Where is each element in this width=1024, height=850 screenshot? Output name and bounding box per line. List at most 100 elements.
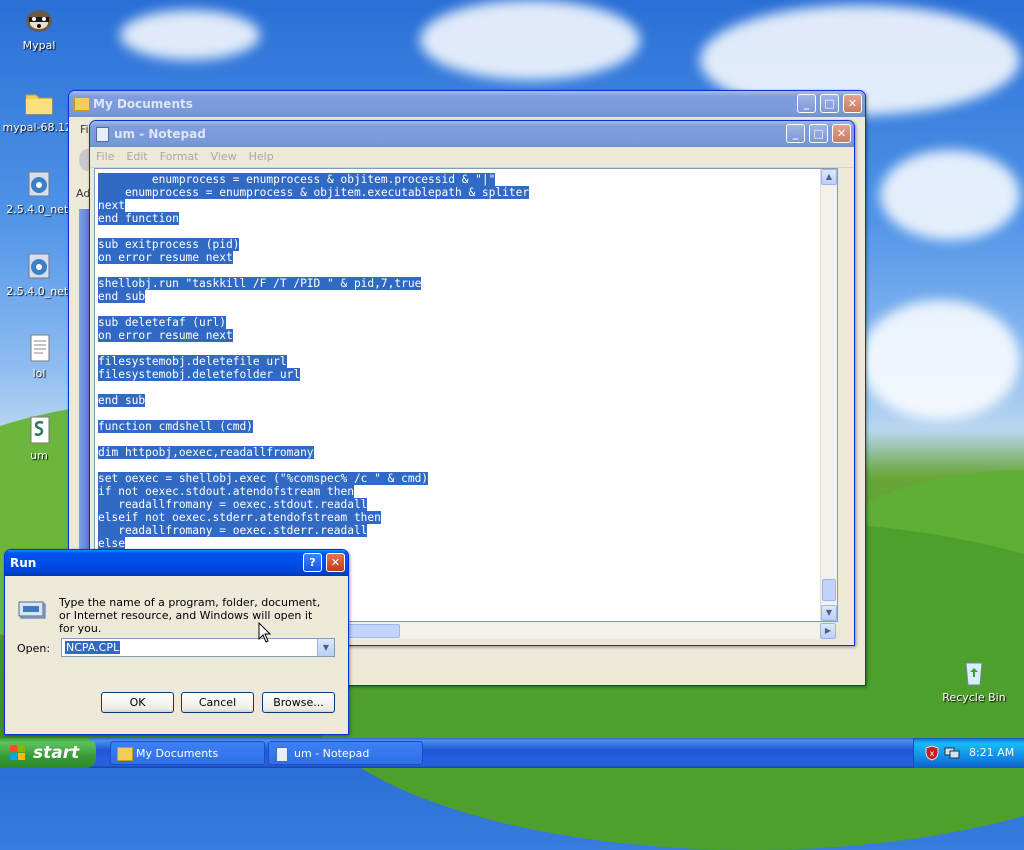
desktop-icon-recycle-bin[interactable]: Recycle Bin — [936, 656, 1012, 704]
menu-edit[interactable]: Edit — [120, 147, 153, 163]
cancel-button[interactable]: Cancel — [181, 692, 254, 713]
folder-icon — [117, 747, 133, 761]
menu-view[interactable]: View — [205, 147, 243, 163]
code-line: dim httpobj,oexec,readallfromany — [98, 446, 837, 459]
scroll-right-button[interactable]: ▶ — [820, 623, 836, 639]
code-line-text: end sub — [98, 290, 146, 303]
close-button[interactable]: ✕ — [326, 553, 345, 572]
mouse-cursor-icon — [258, 621, 272, 647]
code-line-text: shellobj.run "taskkill /F /T /PID " & pi… — [98, 277, 422, 290]
text-file-icon — [23, 332, 55, 364]
menu-help[interactable]: Help — [243, 147, 280, 163]
help-button[interactable]: ? — [303, 553, 322, 572]
open-label: Open: — [17, 642, 51, 655]
scroll-thumb[interactable] — [822, 579, 836, 601]
desktop-icon-mypal-folder[interactable]: mypal-68.12. — [1, 86, 77, 134]
ok-button[interactable]: OK — [101, 692, 174, 713]
code-line-text: next — [98, 199, 125, 212]
close-button[interactable]: ✕ — [843, 94, 862, 113]
code-line-text: filesystemobj.deletefile url — [98, 355, 287, 368]
code-line: filesystemobj.deletefolder url — [98, 368, 837, 381]
minimize-button[interactable]: _ — [797, 94, 816, 113]
desktop-icon-um[interactable]: um — [1, 414, 77, 462]
code-line-text: on error resume next — [98, 329, 233, 342]
folder-icon — [74, 97, 90, 111]
installer-icon — [23, 168, 55, 200]
run-dialog[interactable]: Run ? ✕ Type the name of a program, fold… — [4, 549, 349, 735]
desktop-icon-lol[interactable]: lol — [1, 332, 77, 380]
open-field-value[interactable]: NCPA.CPL — [65, 641, 121, 654]
taskbar-item-notepad[interactable]: um - Notepad — [268, 741, 423, 765]
scroll-down-button[interactable]: ▼ — [821, 605, 837, 621]
notepad-titlebar[interactable]: um - Notepad _ □ ✕ — [90, 121, 854, 147]
window-title: My Documents — [93, 97, 193, 111]
notepad-icon — [276, 747, 288, 762]
code-line-text: end sub — [98, 394, 146, 407]
raccoon-icon — [23, 4, 55, 36]
menu-file-fragment[interactable]: Fi — [80, 123, 89, 136]
svg-text:x: x — [930, 749, 935, 758]
network-icon[interactable] — [944, 746, 960, 763]
notepad-icon — [96, 127, 109, 142]
scroll-thumb[interactable] — [344, 624, 400, 638]
code-line: sub exitprocess (pid) — [98, 238, 837, 251]
script-file-icon — [23, 414, 55, 446]
code-line-text: set oexec = shellobj.exec ("%comspec% /c… — [98, 472, 429, 485]
code-line: filesystemobj.deletefile url — [98, 355, 837, 368]
code-line: end sub — [98, 394, 837, 407]
minimize-button[interactable]: _ — [786, 124, 805, 143]
code-line: readallfromany = oexec.stderr.readall — [98, 524, 837, 537]
code-line: function cmdshell (cmd) — [98, 420, 837, 433]
code-line: elseif not oexec.stderr.atendofstream th… — [98, 511, 837, 524]
dropdown-arrow-icon[interactable]: ▼ — [317, 639, 334, 656]
scroll-up-button[interactable]: ▲ — [821, 169, 837, 185]
desktop-icon-net-installer-1[interactable]: 2.5.4.0_net. — [1, 168, 77, 216]
close-button[interactable]: ✕ — [832, 124, 851, 143]
code-line-text: on error resume next — [98, 251, 233, 264]
code-line: if not oexec.stdout.atendofstream then — [98, 485, 837, 498]
maximize-button[interactable]: □ — [809, 124, 828, 143]
desktop-icon-label: Recycle Bin — [942, 691, 1006, 704]
menu-format[interactable]: Format — [154, 147, 205, 163]
folder-icon — [23, 86, 55, 118]
code-line-text: if not oexec.stdout.atendofstream then — [98, 485, 354, 498]
recycle-bin-icon — [958, 656, 990, 688]
desktop-icon-label: 2.5.4.0_net. — [6, 203, 72, 216]
code-line: next — [98, 199, 837, 212]
maximize-button[interactable]: □ — [820, 94, 839, 113]
start-button[interactable]: start — [0, 738, 96, 768]
code-line-text: filesystemobj.deletefolder url — [98, 368, 301, 381]
code-line-text: enumprocess = enumprocess & objitem.proc… — [98, 173, 496, 186]
taskbar-item-my-documents[interactable]: My Documents — [110, 741, 265, 765]
code-line: enumprocess = enumprocess & objitem.proc… — [98, 173, 837, 186]
security-shield-icon[interactable]: x — [924, 745, 940, 764]
code-line: sub deletefaf (url) — [98, 316, 837, 329]
system-tray: x 8:21 AM — [913, 738, 1024, 768]
notepad-menubar: File Edit Format View Help — [90, 147, 854, 168]
browse-button[interactable]: Browse... — [262, 692, 335, 713]
window-title: um - Notepad — [114, 127, 206, 141]
vertical-scrollbar[interactable]: ▲ ▼ — [820, 169, 837, 621]
installer-icon — [23, 250, 55, 282]
my-documents-titlebar[interactable]: My Documents _ □ ✕ — [69, 91, 865, 117]
task-label: My Documents — [136, 747, 219, 760]
desktop-icon-net-installer-2[interactable]: 2.5.4.0_net. — [1, 250, 77, 298]
clock[interactable]: 8:21 AM — [969, 746, 1014, 759]
code-line: set oexec = shellobj.exec ("%comspec% /c… — [98, 472, 837, 485]
desktop-icon-mypal[interactable]: Mypal — [1, 4, 77, 52]
code-text: enumprocess = enumprocess & objitem.proc… — [98, 173, 837, 563]
run-icon — [17, 598, 49, 622]
code-line-text: sub exitprocess (pid) — [98, 238, 240, 251]
code-line-text: end function — [98, 212, 179, 225]
menu-file[interactable]: File — [90, 147, 120, 163]
open-combobox[interactable]: NCPA.CPL ▼ — [61, 638, 335, 657]
code-line: end function — [98, 212, 837, 225]
run-titlebar[interactable]: Run ? ✕ — [5, 550, 348, 576]
desktop-icon-label: mypal-68.12. — [2, 121, 76, 134]
